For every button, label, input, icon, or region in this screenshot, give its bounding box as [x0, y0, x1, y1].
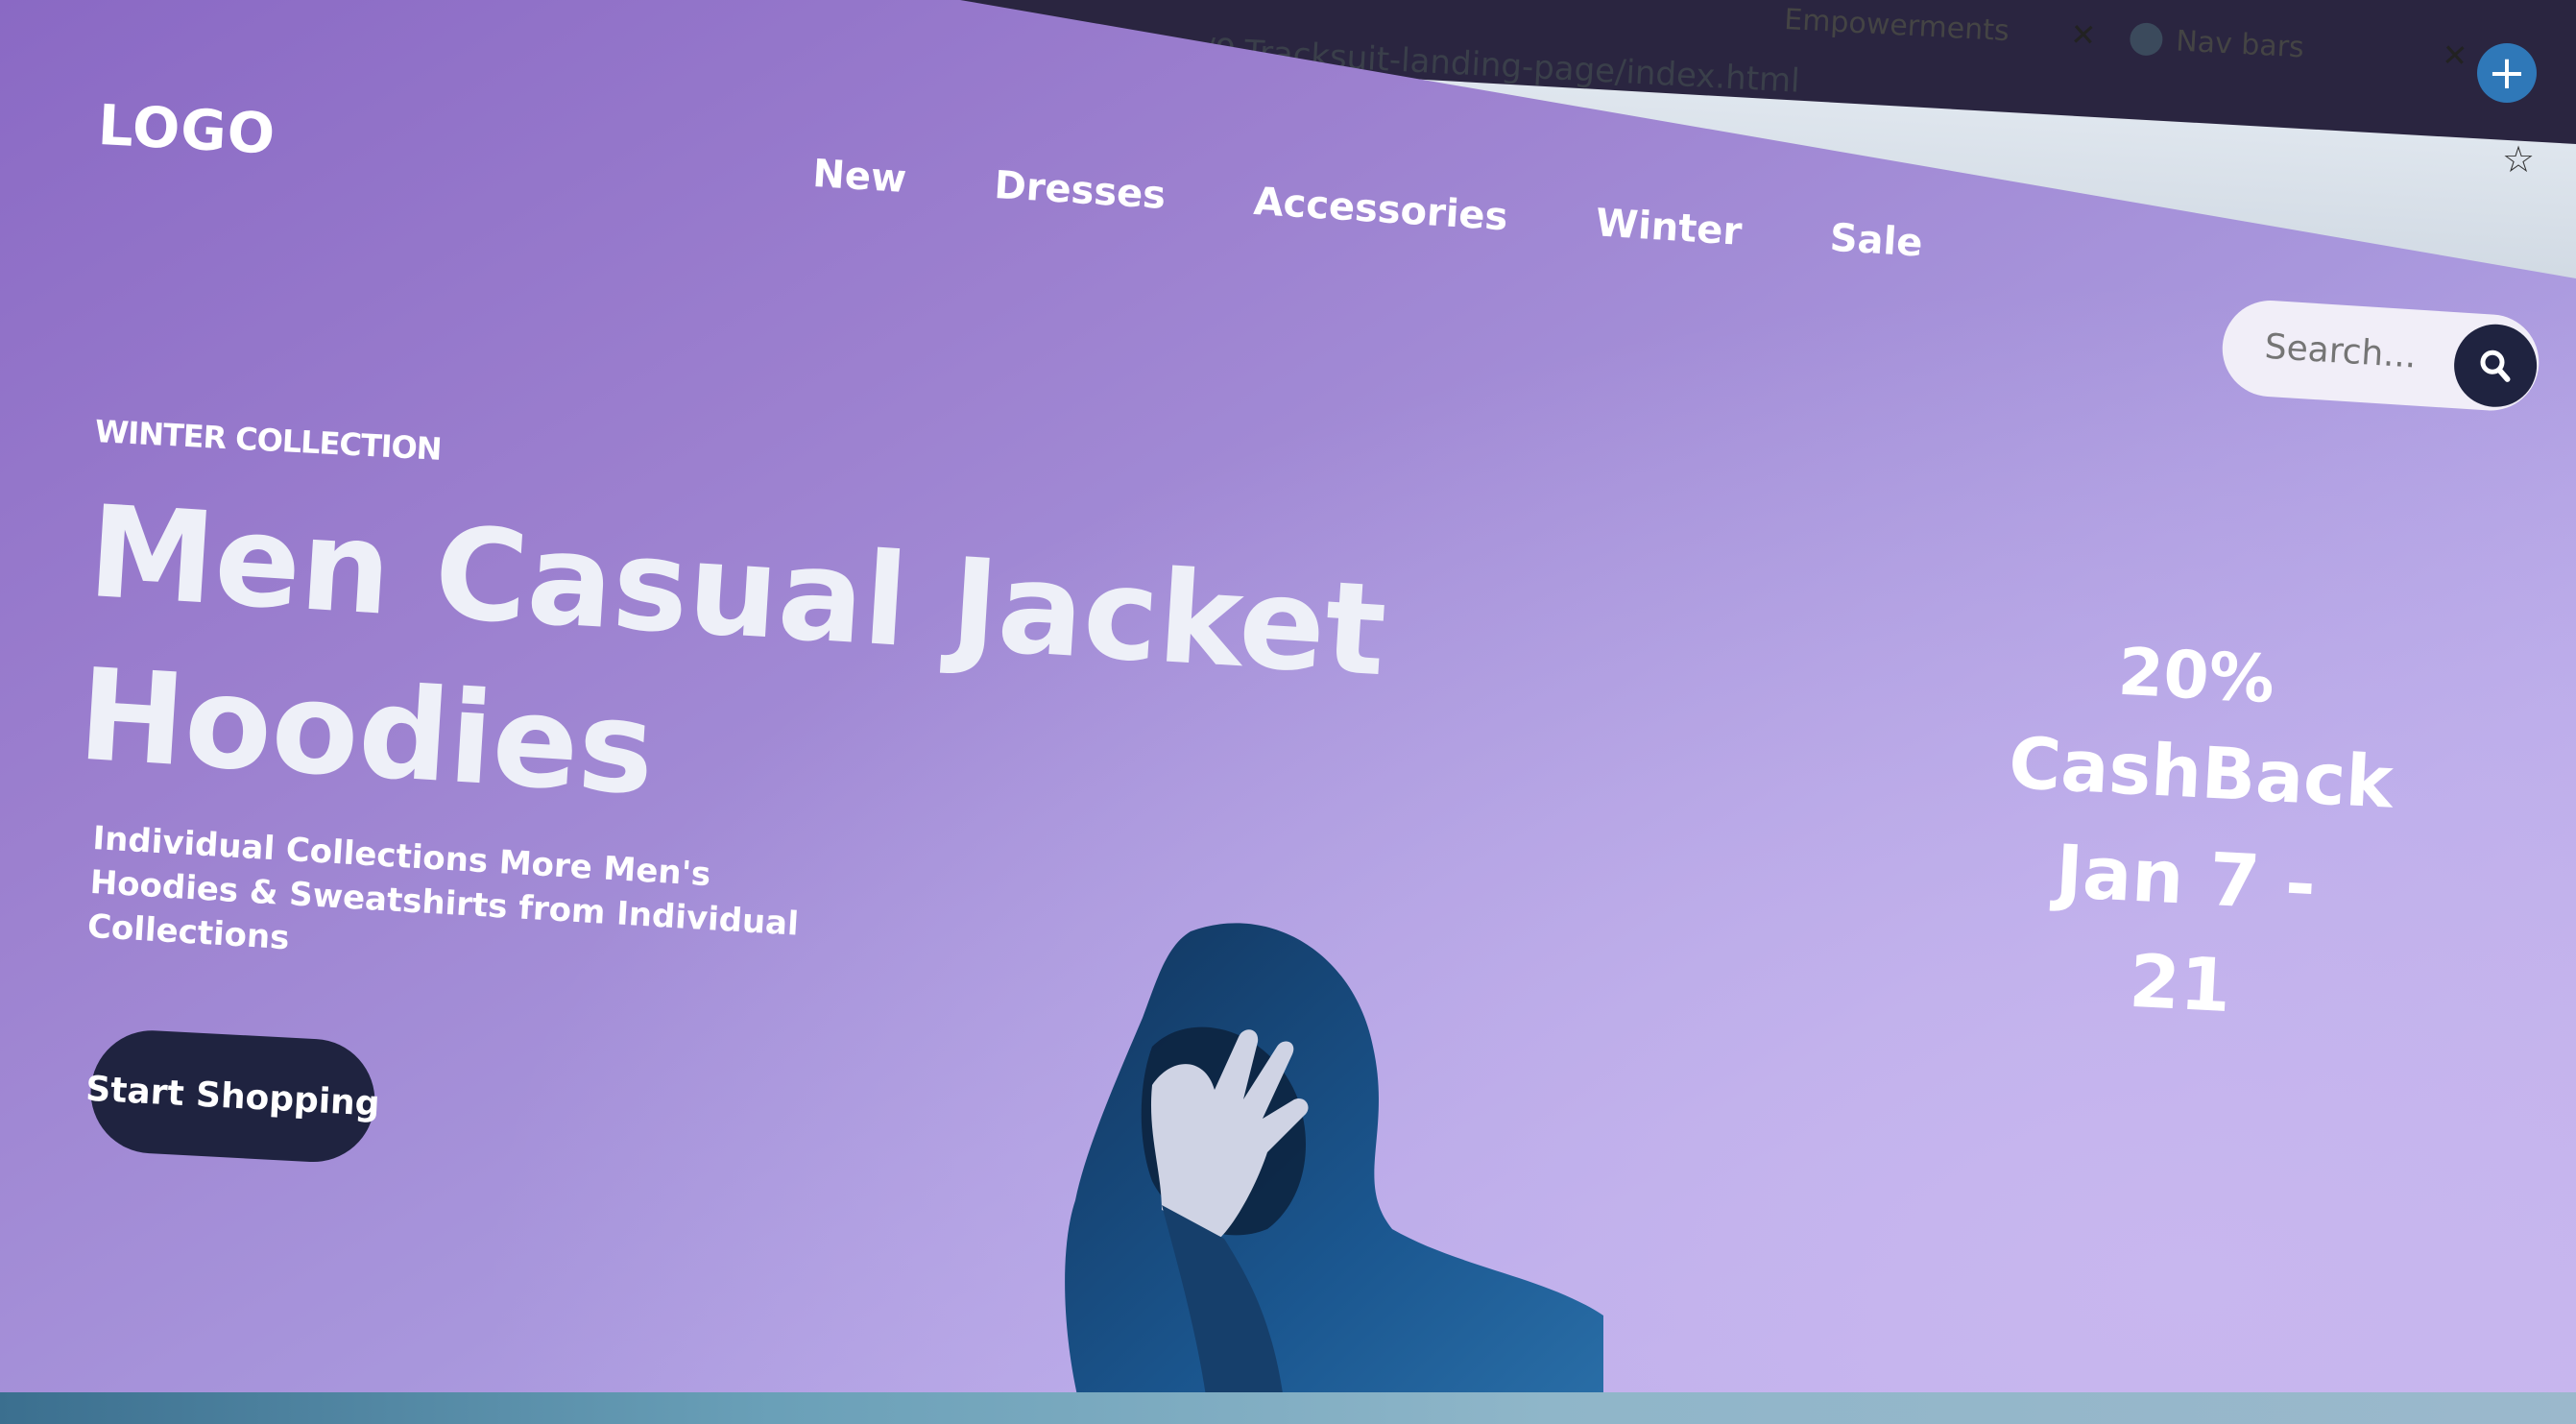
tab-label: Nav bars: [2175, 23, 2305, 64]
search-icon: [2480, 350, 2511, 382]
collection-eyebrow: WINTER COLLECTION: [94, 413, 443, 468]
nav-item-accessories[interactable]: Accessories: [1252, 180, 1508, 240]
close-icon[interactable]: ✕: [2069, 16, 2097, 54]
nav-item-winter[interactable]: Winter: [1595, 201, 1744, 253]
nav-item-dresses[interactable]: Dresses: [993, 163, 1167, 218]
tab-label: Empowerments: [1783, 2, 2010, 48]
promo-label: CashBack: [2007, 721, 2395, 825]
nav-item-new[interactable]: New: [811, 152, 907, 202]
hoodie-model-image: [1065, 923, 1603, 1424]
hero-description: Individual Collections More Men's Hoodie…: [85, 818, 800, 958]
landing-page: LOGO New Dresses Accessories Winter Sale…: [0, 0, 2576, 1424]
search-button[interactable]: [2451, 322, 2540, 410]
new-tab-button[interactable]: +: [2477, 43, 2537, 103]
os-taskbar: [0, 1392, 2576, 1424]
globe-icon: [2129, 21, 2164, 57]
search-input[interactable]: [2263, 325, 2458, 380]
promo-dates: Jan 7 - 21: [2053, 828, 2319, 1029]
main-nav: New Dresses Accessories Winter Sale: [811, 152, 2012, 271]
nav-item-sale[interactable]: Sale: [1828, 216, 1923, 266]
cashback-promo: 20% CashBack Jan 7 - 21: [1995, 624, 2395, 1046]
close-icon[interactable]: ✕: [2442, 36, 2469, 74]
tab-empowerments[interactable]: Empowerments ✕: [1783, 0, 2098, 64]
tab-nav-bars[interactable]: Nav bars ✕: [2129, 10, 2469, 84]
star-icon[interactable]: ☆: [2502, 138, 2535, 181]
search-box: [2219, 298, 2542, 414]
hero-title: Men Casual Jacket Hoodies: [74, 471, 1390, 876]
site-logo[interactable]: LOGO: [96, 92, 277, 167]
start-shopping-button[interactable]: Start Shopping: [84, 1027, 381, 1166]
plus-icon: +: [2487, 46, 2527, 100]
